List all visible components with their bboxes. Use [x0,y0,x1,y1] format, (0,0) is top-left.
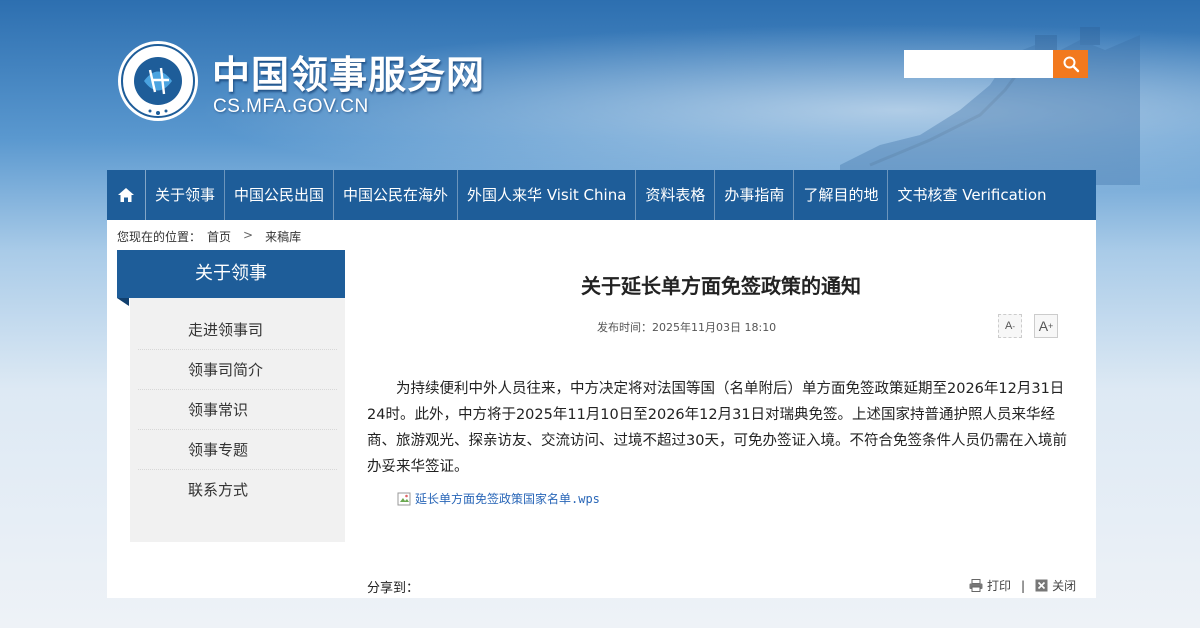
font-increase-button[interactable]: A + [1034,314,1058,338]
article-body: 为持续便利中外人员往来，中方决定将对法国等国（名单附后）单方面免签政策延期至20… [367,381,1067,475]
divider: | [1021,578,1026,593]
close-icon [1035,579,1048,592]
breadcrumb-prefix: 您现在的位置： [117,230,202,244]
chevron-right-icon: > [243,228,254,242]
search-icon [1063,56,1079,73]
site-domain: CS.MFA.GOV.CN [213,96,369,117]
sidebar-item-department-intro[interactable]: 领事司简介 [138,350,337,390]
nav-item-citizens-overseas[interactable]: 中国公民在海外 [333,170,457,220]
share-label: 分享到： [367,581,420,596]
font-decrease-button[interactable]: A- [998,314,1022,338]
site-title[interactable]: 中国领事服务网 [212,44,485,99]
attachment-link[interactable]: 延长单方面免签政策国家名单.wps [397,490,600,507]
nav-item-destinations[interactable]: 了解目的地 [793,170,887,220]
nav-item-citizens-abroad[interactable]: 中国公民出国 [224,170,333,220]
breadcrumb: 您现在的位置： 首页 > 来稿库 [117,228,301,245]
content-panel: 您现在的位置： 首页 > 来稿库 关于领事 走进领事司 领事司简介 领事常识 领… [107,220,1096,598]
nav-home-button[interactable] [107,170,145,220]
breadcrumb-current[interactable]: 来稿库 [265,228,301,245]
close-button[interactable]: 关闭 [1035,577,1076,594]
sidebar-title: 关于领事 [117,250,345,306]
close-label: 关闭 [1052,579,1077,593]
nav-item-forms[interactable]: 资料表格 [635,170,714,220]
font-increase-label: A [1038,318,1049,334]
publish-time: 发布时间：2025年11月03日 18:10 [597,319,776,335]
consular-emblem-logo [118,41,198,121]
publish-value: 2025年11月03日 18:10 [652,321,777,334]
sidebar: 关于领事 走进领事司 领事司简介 领事常识 领事专题 联系方式 [117,250,345,542]
sidebar-item-consular-knowledge[interactable]: 领事常识 [138,390,337,430]
broken-image-icon [397,492,411,505]
nav-item-guide[interactable]: 办事指南 [714,170,793,220]
great-wall-illustration [840,27,1140,185]
nav-item-about-consular[interactable]: 关于领事 [145,170,224,220]
home-icon [118,188,134,202]
search-button[interactable] [1053,50,1088,78]
print-label: 打印 [987,579,1012,593]
breadcrumb-home[interactable]: 首页 [207,228,231,245]
sidebar-item-consular-topics[interactable]: 领事专题 [138,430,337,470]
publish-label: 发布时间： [597,321,652,334]
nav-item-verification[interactable]: 文书核查 Verification [887,170,1055,220]
main-nav: 关于领事 中国公民出国 中国公民在海外 外国人来华 Visit China 资料… [107,170,1096,220]
printer-icon [969,579,983,592]
sidebar-item-contact[interactable]: 联系方式 [138,470,337,510]
attachment-label: 延长单方面免签政策国家名单.wps [415,492,600,506]
article-title: 关于延长单方面免签政策的通知 [581,274,861,298]
font-decrease-label: A [1004,320,1013,332]
nav-item-visit-china[interactable]: 外国人来华 Visit China [457,170,635,220]
search-input[interactable] [904,50,1053,78]
print-button[interactable]: 打印 [969,577,1011,594]
sidebar-list: 走进领事司 领事司简介 领事常识 领事专题 联系方式 [130,298,345,542]
sidebar-item-enter-department[interactable]: 走进领事司 [138,310,337,350]
article-actions: 打印 | 关闭 [969,577,1076,594]
